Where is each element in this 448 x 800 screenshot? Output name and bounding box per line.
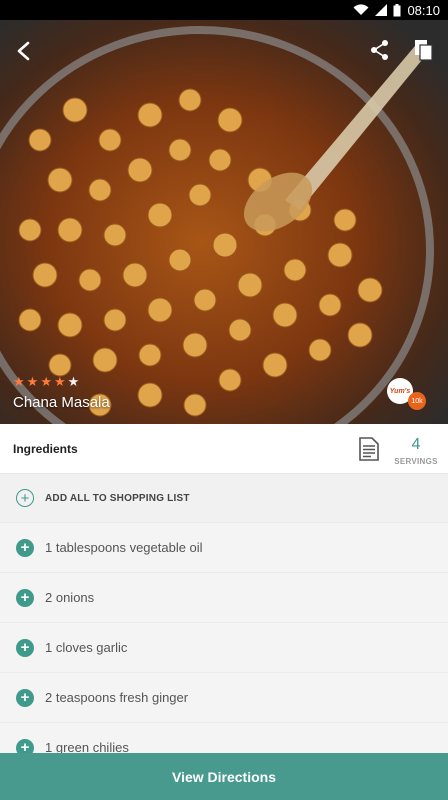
ingredient-item[interactable]: + 1 tablespoons vegetable oil xyxy=(0,523,448,573)
ingredient-item[interactable]: + 2 onions xyxy=(0,573,448,623)
ingredient-list: + ADD ALL TO SHOPPING LIST + 1 tablespoo… xyxy=(0,474,448,773)
share-icon xyxy=(371,40,388,60)
status-bar: 08:10 xyxy=(0,0,448,20)
star-filled-icon: ★ xyxy=(40,374,52,389)
battery-icon xyxy=(393,3,401,16)
add-circle-icon[interactable]: + xyxy=(16,638,34,657)
ingredients-title: Ingredients xyxy=(13,442,78,456)
document-icon[interactable] xyxy=(358,437,380,461)
signal-icon xyxy=(375,4,388,16)
servings-label: SERVINGS xyxy=(394,457,438,466)
ingredient-item[interactable]: + 1 cloves garlic xyxy=(0,623,448,673)
collections-button[interactable] xyxy=(408,34,440,66)
ingredient-label: 1 tablespoons vegetable oil xyxy=(45,540,203,555)
recipe-title: Chana Masala xyxy=(13,394,110,411)
share-button[interactable] xyxy=(364,34,396,66)
ingredient-label: 1 cloves garlic xyxy=(45,640,128,655)
source-count-badge: 10k xyxy=(408,392,426,410)
recipe-hero-image: ★ ★ ★ ★ ★ Chana Masala Yum's 10k xyxy=(0,20,448,424)
ingredients-header: Ingredients 4 SERVINGS xyxy=(0,424,448,474)
servings-count[interactable]: 4 xyxy=(396,436,436,454)
star-rating: ★ ★ ★ ★ ★ xyxy=(13,375,79,388)
add-circle-outline-icon: + xyxy=(16,489,34,507)
back-button[interactable] xyxy=(8,34,42,68)
add-all-to-shopping-list[interactable]: + ADD ALL TO SHOPPING LIST xyxy=(0,474,448,523)
add-circle-icon[interactable]: + xyxy=(16,588,34,607)
ingredient-item[interactable]: + 2 teaspoons fresh ginger xyxy=(0,673,448,723)
chickpea-curry-image xyxy=(0,20,448,424)
status-time: 08:10 xyxy=(407,2,440,18)
view-directions-button[interactable]: View Directions xyxy=(0,753,448,800)
copy-icon xyxy=(415,40,433,61)
ingredient-label: 2 teaspoons fresh ginger xyxy=(45,690,189,705)
star-filled-icon: ★ xyxy=(53,374,66,389)
back-arrow-icon xyxy=(17,41,30,61)
star-filled-icon: ★ xyxy=(26,374,39,389)
star-empty-icon: ★ xyxy=(67,374,80,389)
star-filled-icon: ★ xyxy=(13,374,25,389)
add-all-label: ADD ALL TO SHOPPING LIST xyxy=(45,492,190,504)
wifi-icon xyxy=(353,4,369,15)
add-circle-icon[interactable]: + xyxy=(16,538,34,557)
add-circle-icon[interactable]: + xyxy=(16,688,34,707)
ingredient-label: 2 onions xyxy=(45,590,95,605)
